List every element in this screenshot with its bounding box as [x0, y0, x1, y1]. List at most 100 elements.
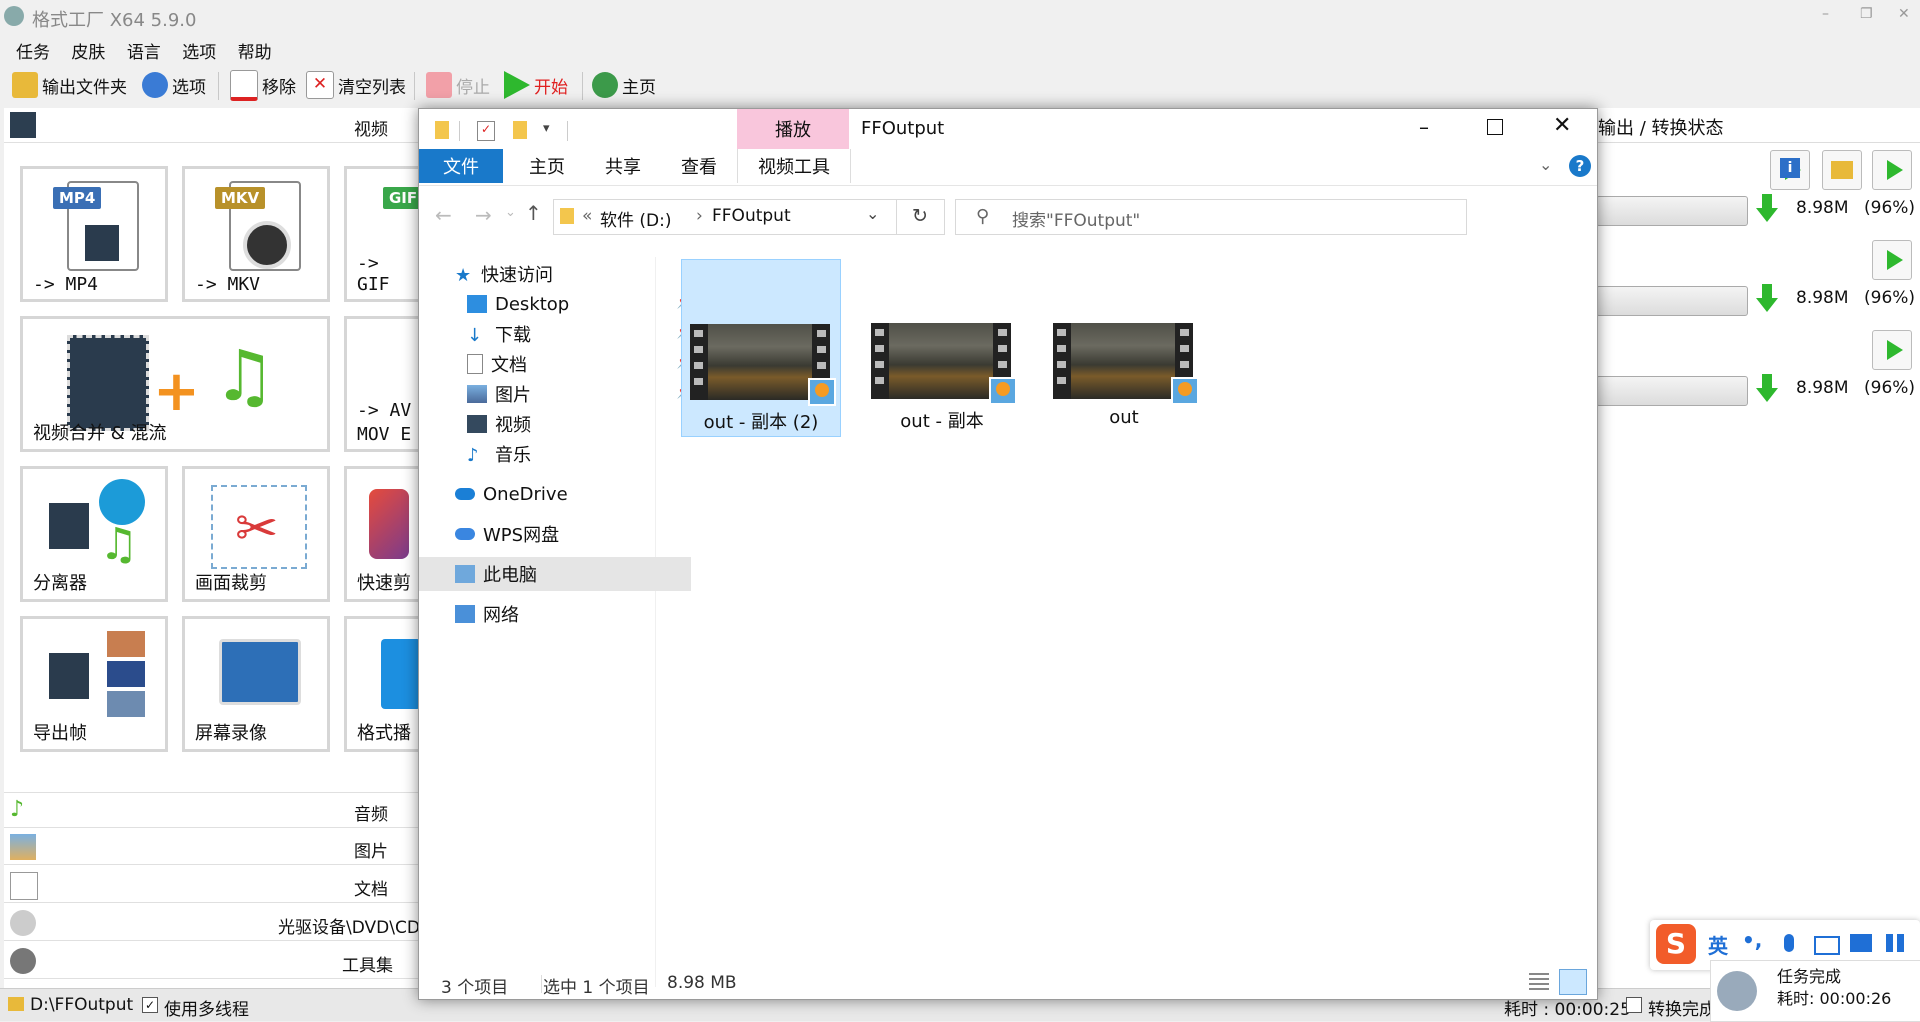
- task-row-3[interactable]: 8.98M (96%): [1596, 372, 1920, 412]
- tile-quick-clip[interactable]: 快速剪: [344, 466, 422, 602]
- properties-icon[interactable]: ✓: [477, 121, 495, 141]
- tile-splitter-label: 分离器: [33, 573, 87, 594]
- task-row-2[interactable]: 8.98M (96%): [1596, 282, 1920, 322]
- film-icon: [10, 112, 36, 138]
- tab-video-tools[interactable]: 视频工具: [737, 149, 851, 183]
- nav-network[interactable]: 网络: [419, 597, 691, 631]
- task-3-play-button[interactable]: [1872, 330, 1912, 370]
- breadcrumb-folder[interactable]: FFOutput: [712, 206, 791, 226]
- category-tools[interactable]: 工具集: [4, 944, 420, 979]
- task-row-1[interactable]: 8.98M (96%): [1596, 192, 1920, 232]
- tab-share[interactable]: 共享: [589, 149, 657, 183]
- nav-desktop[interactable]: Desktop 📌: [419, 287, 703, 321]
- breadcrumb-drive[interactable]: 软件 (D:): [600, 206, 672, 231]
- large-icons-view-icon[interactable]: [1559, 969, 1587, 995]
- app-menubar: 任务 皮肤 语言 选项 帮助: [0, 34, 1920, 64]
- explorer-titlebar: ✓ ▾ 播放 FFOutput – ✕: [419, 109, 1597, 149]
- search-box[interactable]: ⚲ 搜索"FFOutput": [955, 199, 1467, 235]
- help-icon[interactable]: ?: [1569, 155, 1591, 177]
- player-icon: [381, 639, 421, 709]
- nav-wps[interactable]: WPS网盘: [419, 517, 691, 551]
- back-icon[interactable]: ←: [435, 203, 452, 227]
- home-button[interactable]: 主页: [592, 70, 656, 100]
- quickaccess-divider: [567, 121, 568, 141]
- new-folder-icon[interactable]: [513, 121, 527, 139]
- context-tab-play[interactable]: 播放: [737, 109, 849, 149]
- task-1-play-button[interactable]: [1872, 150, 1912, 190]
- menu-help[interactable]: 帮助: [222, 34, 272, 63]
- category-audio[interactable]: ♪ 音频: [4, 792, 420, 828]
- minimize-icon[interactable]: –: [1822, 6, 1829, 22]
- file-item[interactable]: out - 副本: [863, 259, 1021, 435]
- menu-options[interactable]: 选项: [166, 34, 216, 63]
- nav-downloads[interactable]: ↓ 下载 📌: [419, 317, 703, 351]
- tile-screen-record[interactable]: 屏幕录像: [182, 616, 330, 752]
- nav-this-pc[interactable]: 此电脑: [419, 557, 691, 591]
- category-picture[interactable]: 图片: [4, 830, 420, 865]
- tile-merge[interactable]: + ♫ 视频合并 & 混流: [20, 316, 330, 452]
- file-item[interactable]: out - 副本 (2): [681, 259, 841, 437]
- tab-view[interactable]: 查看: [665, 149, 733, 183]
- nav-quick-access[interactable]: ★ 快速访问: [419, 257, 691, 291]
- customize-qat-icon[interactable]: ▾: [543, 121, 550, 136]
- task-complete-toast[interactable]: 任务完成 耗时: 00:00:26: [1710, 960, 1920, 1022]
- tab-file[interactable]: 文件: [419, 149, 503, 183]
- tile-splitter[interactable]: ♫ 分离器: [20, 466, 168, 602]
- category-rom[interactable]: 光驱设备\DVD\CD: [4, 906, 420, 941]
- nav-music[interactable]: ♪ 音乐: [419, 437, 703, 471]
- close-icon[interactable]: ✕: [1898, 6, 1910, 22]
- menu-language[interactable]: 语言: [111, 34, 161, 63]
- start-button[interactable]: 开始: [504, 70, 568, 100]
- tile-to-mkv[interactable]: MKV -> MKV: [182, 166, 330, 302]
- tile-crop[interactable]: ✂ 画面裁剪: [182, 466, 330, 602]
- category-document[interactable]: 文档: [4, 868, 420, 903]
- keyboard-icon[interactable]: [1814, 936, 1840, 955]
- menu-task[interactable]: 任务: [0, 34, 50, 63]
- address-bar[interactable]: « 软件 (D:) › FFOutput ⌄ ↻: [553, 199, 945, 235]
- remove-button[interactable]: 移除: [230, 69, 296, 101]
- microphone-icon[interactable]: [1784, 934, 1794, 952]
- forward-icon[interactable]: →: [475, 203, 492, 227]
- tile-to-mp4[interactable]: MP4 -> MP4: [20, 166, 168, 302]
- menu-skin[interactable]: 皮肤: [55, 34, 105, 63]
- ime-language[interactable]: 英: [1708, 930, 1728, 959]
- tile-player[interactable]: 格式播: [344, 616, 422, 752]
- ime-punctuation[interactable]: •,: [1742, 928, 1762, 952]
- stop-button[interactable]: 停止: [426, 70, 490, 100]
- picture-icon: [467, 385, 487, 403]
- document-icon: [467, 354, 483, 374]
- file-item[interactable]: out: [1045, 259, 1203, 435]
- nav-videos[interactable]: 视频: [419, 407, 703, 441]
- open-folder-button[interactable]: [1822, 150, 1862, 190]
- address-dropdown-icon[interactable]: ⌄: [866, 204, 879, 223]
- nav-pictures[interactable]: 图片 📌: [419, 377, 703, 411]
- restore-icon[interactable]: ❐: [1860, 6, 1873, 22]
- tile-to-av[interactable]: -> AV MOV E: [344, 316, 422, 452]
- up-icon[interactable]: ↑: [525, 201, 542, 225]
- minimize-icon[interactable]: –: [1419, 115, 1429, 139]
- nav-onedrive[interactable]: OneDrive: [419, 477, 691, 511]
- multithread-checkbox[interactable]: ✓: [142, 997, 158, 1013]
- tile-export-frames[interactable]: 导出帧: [20, 616, 168, 752]
- desktop-icon: [467, 295, 487, 313]
- nav-documents[interactable]: 文档 📌: [419, 347, 703, 381]
- tab-home[interactable]: 主页: [513, 149, 581, 183]
- close-icon[interactable]: ✕: [1553, 113, 1571, 138]
- category-video[interactable]: 视频: [4, 108, 420, 143]
- expand-ribbon-icon[interactable]: ⌄: [1539, 155, 1552, 174]
- options-button[interactable]: 选项: [142, 70, 206, 100]
- recent-locations-icon[interactable]: ⌄: [505, 205, 516, 220]
- sogou-logo-icon[interactable]: S: [1656, 924, 1696, 964]
- maximize-icon[interactable]: [1487, 119, 1503, 135]
- refresh-icon[interactable]: ↻: [912, 205, 928, 227]
- task-2-play-button[interactable]: [1872, 240, 1912, 280]
- clear-list-button[interactable]: ✕ 清空列表: [306, 70, 406, 100]
- toolbox-grid-icon[interactable]: [1886, 934, 1904, 952]
- skin-shirt-icon[interactable]: [1850, 934, 1872, 952]
- details-view-icon[interactable]: [1529, 973, 1549, 991]
- output-path[interactable]: D:\FFOutput: [30, 995, 133, 1015]
- done-checkbox[interactable]: [1626, 997, 1642, 1013]
- selected-size: 8.98 MB: [667, 973, 737, 993]
- output-folder-button[interactable]: 输出文件夹: [12, 70, 127, 100]
- tile-to-gif[interactable]: GIF -> GIF: [344, 166, 424, 302]
